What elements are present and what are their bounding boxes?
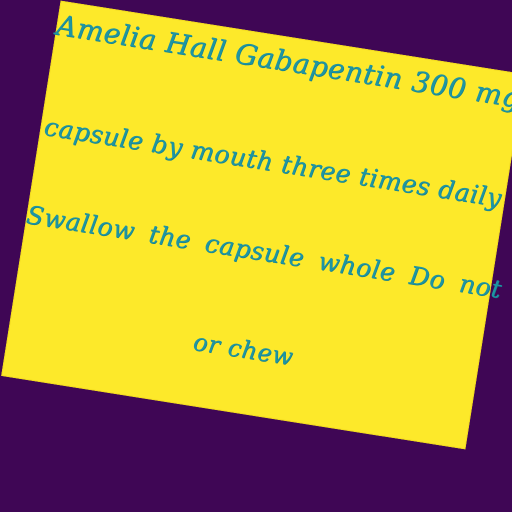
photo-scene: Amelia Hall Gabapentin 300 mg Take capsu… [0,0,512,512]
label-line-instruction-end: or chew [191,327,296,372]
label-line-patient-drug: Amelia Hall Gabapentin 300 mg Take [54,8,512,126]
prescription-label-card: Amelia Hall Gabapentin 300 mg Take capsu… [1,0,512,450]
label-line-instruction: Swallow the capsule whole Do not crush [24,200,512,318]
label-line-dosage: capsule by mouth three times daily [42,111,504,213]
